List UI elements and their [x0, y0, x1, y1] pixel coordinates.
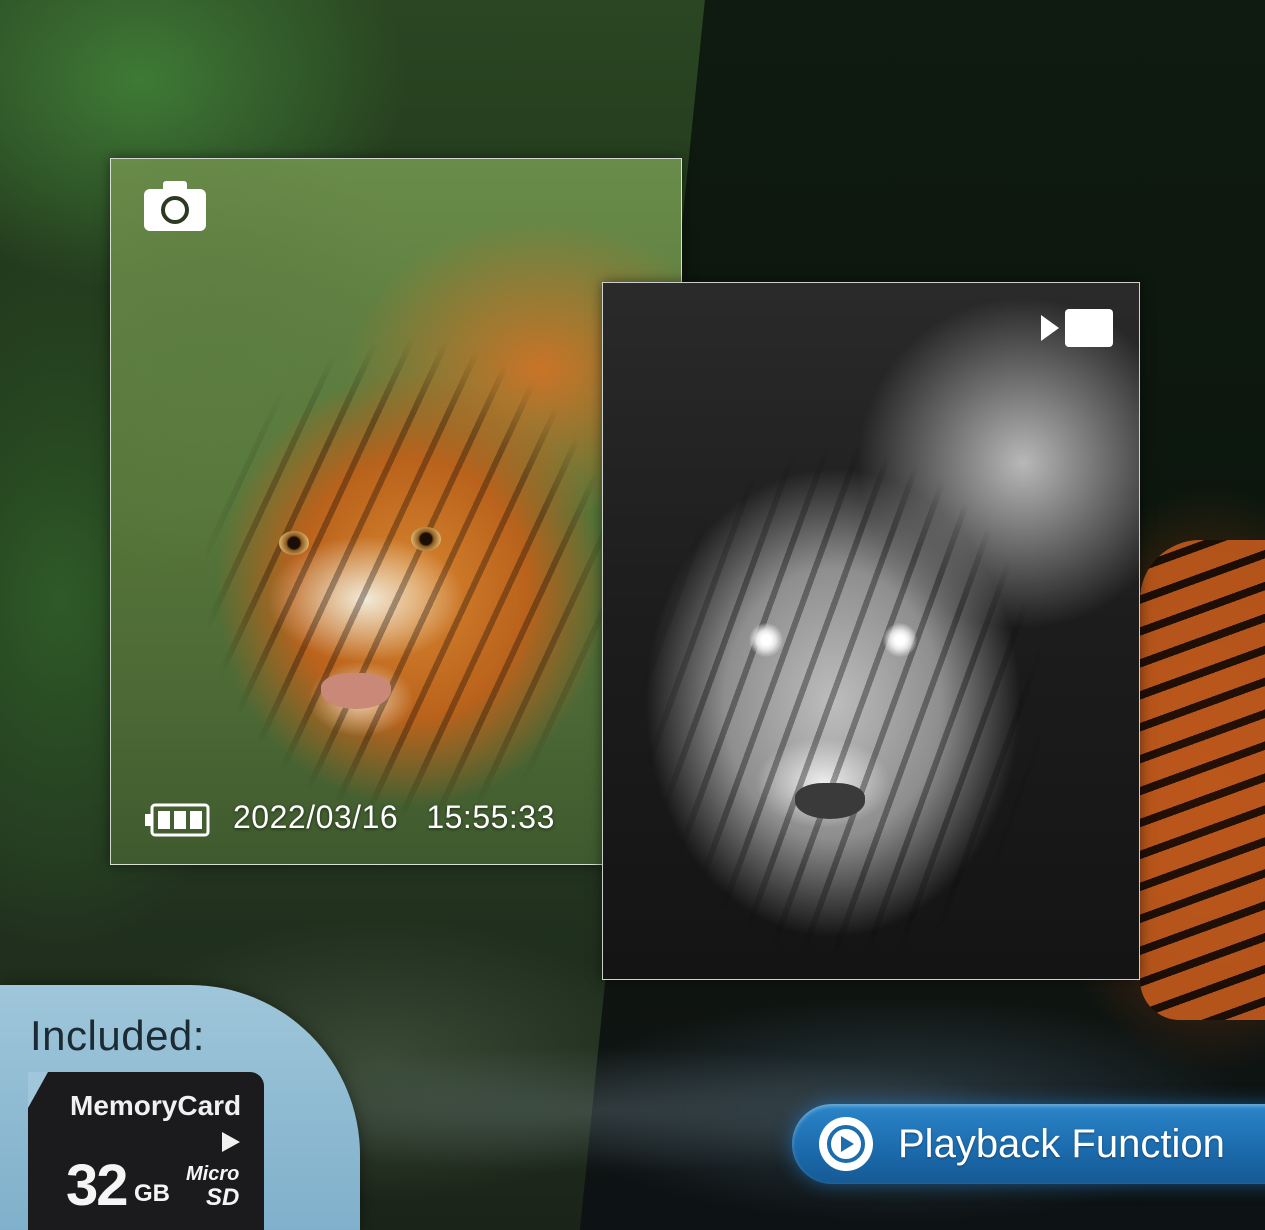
playback-icon [819, 1117, 873, 1171]
background-tiger [1140, 540, 1265, 1020]
playback-function-label: Playback Function [898, 1122, 1225, 1166]
tiger-eye-left [279, 531, 309, 555]
included-title: Included: [30, 1012, 205, 1059]
battery-full-icon [145, 803, 210, 837]
night-vision-video-frame [602, 282, 1140, 980]
night-tiger-nose [795, 783, 865, 819]
color-photo-frame: 2022/03/16 15:55:33 [110, 158, 682, 865]
night-eye-right [883, 623, 917, 657]
timestamp-overlay: 2022/03/16 15:55:33 [233, 799, 555, 836]
card-capacity-unit: GB [134, 1180, 170, 1207]
tiger-nose [321, 673, 391, 709]
card-brand: MemoryCard [70, 1090, 242, 1121]
photo-date: 2022/03/16 [233, 799, 399, 835]
tiger-eye-right [411, 527, 441, 551]
night-eye-left [749, 623, 783, 657]
card-micro-label: Micro [186, 1163, 240, 1185]
card-sd-label: SD [206, 1184, 240, 1211]
camera-icon [144, 181, 206, 231]
play-icon [222, 1132, 240, 1152]
photo-time: 15:55:33 [426, 799, 555, 835]
card-capacity: 32 [66, 1153, 128, 1218]
video-camera-icon [1041, 309, 1113, 347]
